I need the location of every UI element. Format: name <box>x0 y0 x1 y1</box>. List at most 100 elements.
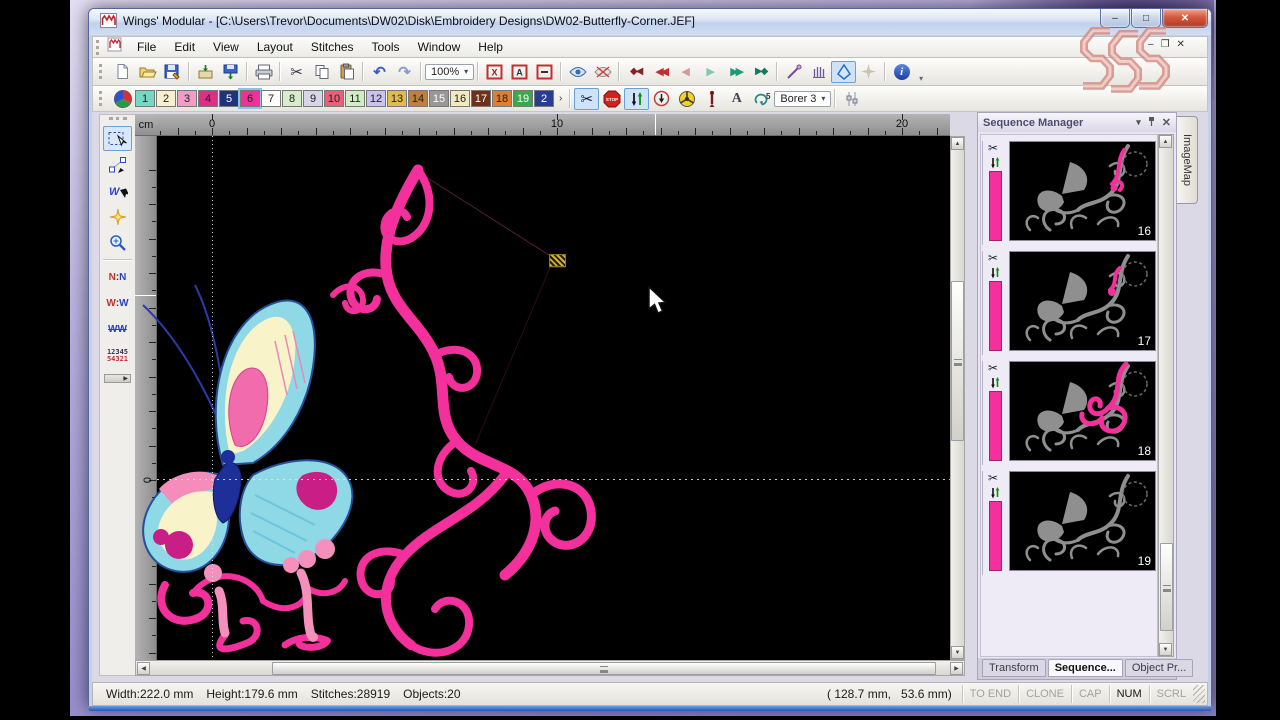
undo-button[interactable]: ↶ <box>367 61 392 83</box>
stitch-pen-button[interactable] <box>781 61 806 83</box>
zoom-select[interactable]: 100% ▾ <box>425 63 475 80</box>
color-wheel-button[interactable] <box>110 88 135 110</box>
menu-file[interactable]: File <box>128 38 165 56</box>
select-tool-button[interactable] <box>103 126 132 151</box>
color-swatch-17[interactable]: 17 <box>471 90 491 107</box>
nav-prev-fast-button[interactable]: ◀◀ <box>648 61 673 83</box>
color-swatch-2[interactable]: 2 <box>156 90 176 107</box>
resize-grip[interactable] <box>1193 685 1205 703</box>
color-swatch-9[interactable]: 9 <box>303 90 323 107</box>
nav-next-button[interactable]: ▶ <box>698 61 723 83</box>
sequence-thumbnail[interactable]: 16 <box>1008 141 1156 241</box>
zoom-tool-tool-button[interactable] <box>103 230 132 255</box>
tab-sequence-[interactable]: Sequence... <box>1047 659 1123 677</box>
color-swatch-19[interactable]: 19 <box>513 90 533 107</box>
density-comb-button[interactable] <box>806 61 831 83</box>
scroll-arrow-down[interactable]: ▼ <box>951 646 964 659</box>
cut-button[interactable]: ✂ <box>284 61 309 83</box>
scroll-thumb[interactable] <box>951 281 964 441</box>
scroll-thumb[interactable] <box>1160 543 1173 631</box>
show-stitches-button[interactable] <box>565 61 590 83</box>
copy-button[interactable] <box>309 61 334 83</box>
toolbar-overflow-icon[interactable]: ▾ <box>919 74 923 85</box>
color-swatch-16[interactable]: 16 <box>450 90 470 107</box>
new-button[interactable] <box>110 61 135 83</box>
thread-color-bar[interactable] <box>989 391 1002 461</box>
scroll-arrow-up[interactable]: ▲ <box>1159 135 1172 148</box>
repeat-5-button[interactable]: 5 <box>749 88 774 110</box>
hoop-a-button[interactable]: A <box>507 61 532 83</box>
stitch-marker[interactable] <box>549 254 566 267</box>
hoop-x-button[interactable]: X <box>482 61 507 83</box>
sequence-thumbnail[interactable]: 19 <box>1008 471 1156 571</box>
node-edit-tool-button[interactable] <box>103 152 132 177</box>
scroll-arrow-left[interactable]: ◀ <box>137 662 150 675</box>
nav-prev-button[interactable]: ◀ <box>673 61 698 83</box>
save-to-disk-button[interactable] <box>218 61 243 83</box>
panel-menu-icon[interactable]: ▾ <box>1136 117 1141 128</box>
color-swatch-15[interactable]: 15 <box>429 90 449 107</box>
stop-command-button[interactable]: STOP <box>599 88 624 110</box>
nn-compare-tool-button[interactable]: N:N <box>103 265 132 290</box>
color-swatch-12[interactable]: 12 <box>366 90 386 107</box>
fill-shape-button[interactable] <box>831 60 857 83</box>
redo-button[interactable]: ↷ <box>392 61 417 83</box>
thread-color-bar[interactable] <box>989 281 1002 351</box>
embroidery-design[interactable] <box>135 145 605 662</box>
slider-button[interactable] <box>839 88 864 110</box>
color-swatch-14[interactable]: 14 <box>408 90 428 107</box>
spoke-wheel-button[interactable] <box>674 88 699 110</box>
auto-sparkle-button[interactable] <box>856 61 881 83</box>
sequence-item-19[interactable]: ✂ 19 <box>982 471 1156 575</box>
tab-transform[interactable]: Transform <box>982 659 1046 677</box>
trim-circle-button[interactable] <box>649 88 674 110</box>
tab-imagemap[interactable]: ImageMap <box>1177 116 1198 204</box>
color-swatch-5[interactable]: 5 <box>219 90 239 107</box>
nav-first-button[interactable]: ◆◀ <box>623 61 648 83</box>
borer-select[interactable]: Borer 3 ▾ <box>774 90 832 107</box>
stitch-numbers-tool-button[interactable]: 12345 54321 <box>103 343 132 368</box>
menu-layout[interactable]: Layout <box>248 38 302 56</box>
panel-pin-icon[interactable] <box>1147 116 1156 129</box>
sequence-scrollbar[interactable]: ▲ ▼ <box>1158 134 1174 657</box>
needle-button[interactable] <box>699 88 724 110</box>
print-button[interactable] <box>251 61 276 83</box>
palette-more-button[interactable]: › <box>559 93 562 104</box>
nav-next-fast-button[interactable]: ▶▶ <box>723 61 748 83</box>
color-swatch-13[interactable]: 13 <box>387 90 407 107</box>
thread-color-bar[interactable] <box>989 501 1002 571</box>
color-swatch-20[interactable]: 2 <box>534 90 554 107</box>
magic-star-tool-button[interactable] <box>103 204 132 229</box>
color-swatch-6[interactable]: 6 <box>238 88 262 109</box>
sequence-thumbnail[interactable]: 17 <box>1008 251 1156 351</box>
hide-stitches-button[interactable] <box>590 61 615 83</box>
sequence-thumbnail[interactable]: 18 <box>1008 361 1156 461</box>
thread-color-bar[interactable] <box>989 171 1002 241</box>
color-swatch-4[interactable]: 4 <box>198 90 218 107</box>
scroll-arrow-right[interactable]: ▶ <box>950 662 963 675</box>
menu-help[interactable]: Help <box>469 38 512 56</box>
menu-edit[interactable]: Edit <box>165 38 204 56</box>
send-to-machine-button[interactable] <box>193 61 218 83</box>
ww-compare-tool-button[interactable]: W:W <box>103 291 132 316</box>
scroll-arrow-down[interactable]: ▼ <box>1159 643 1172 656</box>
toolbox-expander[interactable]: ▶ <box>100 374 135 383</box>
open-button[interactable] <box>135 61 160 83</box>
sequence-item-18[interactable]: ✂ 18 <box>982 361 1156 465</box>
toolbar-grip[interactable] <box>99 64 105 79</box>
www-lines-tool-button[interactable]: WW <box>103 317 132 342</box>
color-swatch-8[interactable]: 8 <box>282 90 302 107</box>
menu-tools[interactable]: Tools <box>363 38 409 56</box>
color-swatch-11[interactable]: 11 <box>345 90 365 107</box>
sequence-item-17[interactable]: ✂ 17 <box>982 251 1156 355</box>
sequence-item-16[interactable]: ✂ 16 <box>982 141 1156 245</box>
stitch-insert-tool-button[interactable]: W <box>103 178 132 203</box>
paste-button[interactable] <box>334 61 359 83</box>
canvas-horizontal-scrollbar[interactable]: ◀ ▶ <box>135 660 965 676</box>
scroll-thumb[interactable] <box>272 662 936 675</box>
nav-last-button[interactable]: ▶◆ <box>748 61 773 83</box>
panel-close-icon[interactable]: ✕ <box>1162 116 1171 129</box>
menu-stitches[interactable]: Stitches <box>302 38 363 56</box>
color-swatch-18[interactable]: 18 <box>492 90 512 107</box>
color-swatch-10[interactable]: 10 <box>324 90 344 107</box>
